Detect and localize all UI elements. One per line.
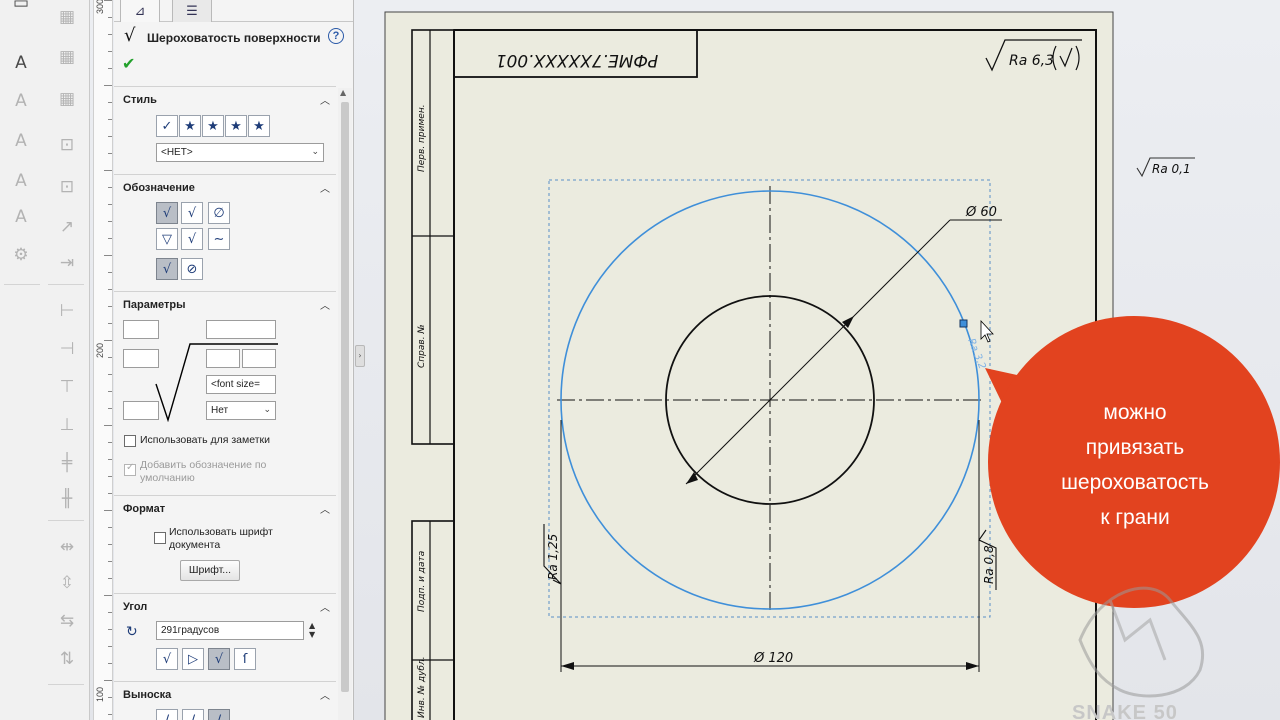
designation-text: РФМЕ.7XXXXX.001 — [496, 50, 659, 70]
right-roughness-label: Ra 0,8 — [982, 545, 996, 584]
callout-line: к грани — [1100, 506, 1170, 529]
drawing-canvas[interactable]: Перв. примен. Справ. № Подп. и дата Инв.… — [0, 0, 1280, 720]
left-roughness-label: Ra 1,25 — [546, 534, 560, 580]
side-label: Подп. и дата — [417, 551, 427, 612]
general-roughness-label: Ra 6,3 — [1009, 53, 1054, 69]
pick-point-handle[interactable] — [959, 319, 968, 328]
side-label: Справ. № — [417, 324, 427, 368]
side-label: Перв. примен. — [417, 104, 427, 172]
watermark-text: SNAKE 50 — [1072, 702, 1178, 720]
callout-line: привязать — [1085, 436, 1185, 459]
outside-roughness-label: Ra 0,1 — [1152, 162, 1191, 176]
drawing-sheet — [384, 11, 1114, 720]
callout-line: шероховатость — [1061, 471, 1209, 494]
watermark-stroke — [1108, 599, 1167, 661]
diameter-small-label: Ø 60 — [965, 205, 997, 220]
solidworks-window: { "panel": { "title": "Шероховатость пов… — [0, 0, 1280, 720]
side-label: Инв. № дубл. — [417, 656, 427, 718]
diameter-large-label: Ø 120 — [753, 651, 793, 666]
callout-line: можно — [1103, 401, 1167, 424]
callout-text: можно привязать шероховатость к грани — [1010, 395, 1260, 535]
